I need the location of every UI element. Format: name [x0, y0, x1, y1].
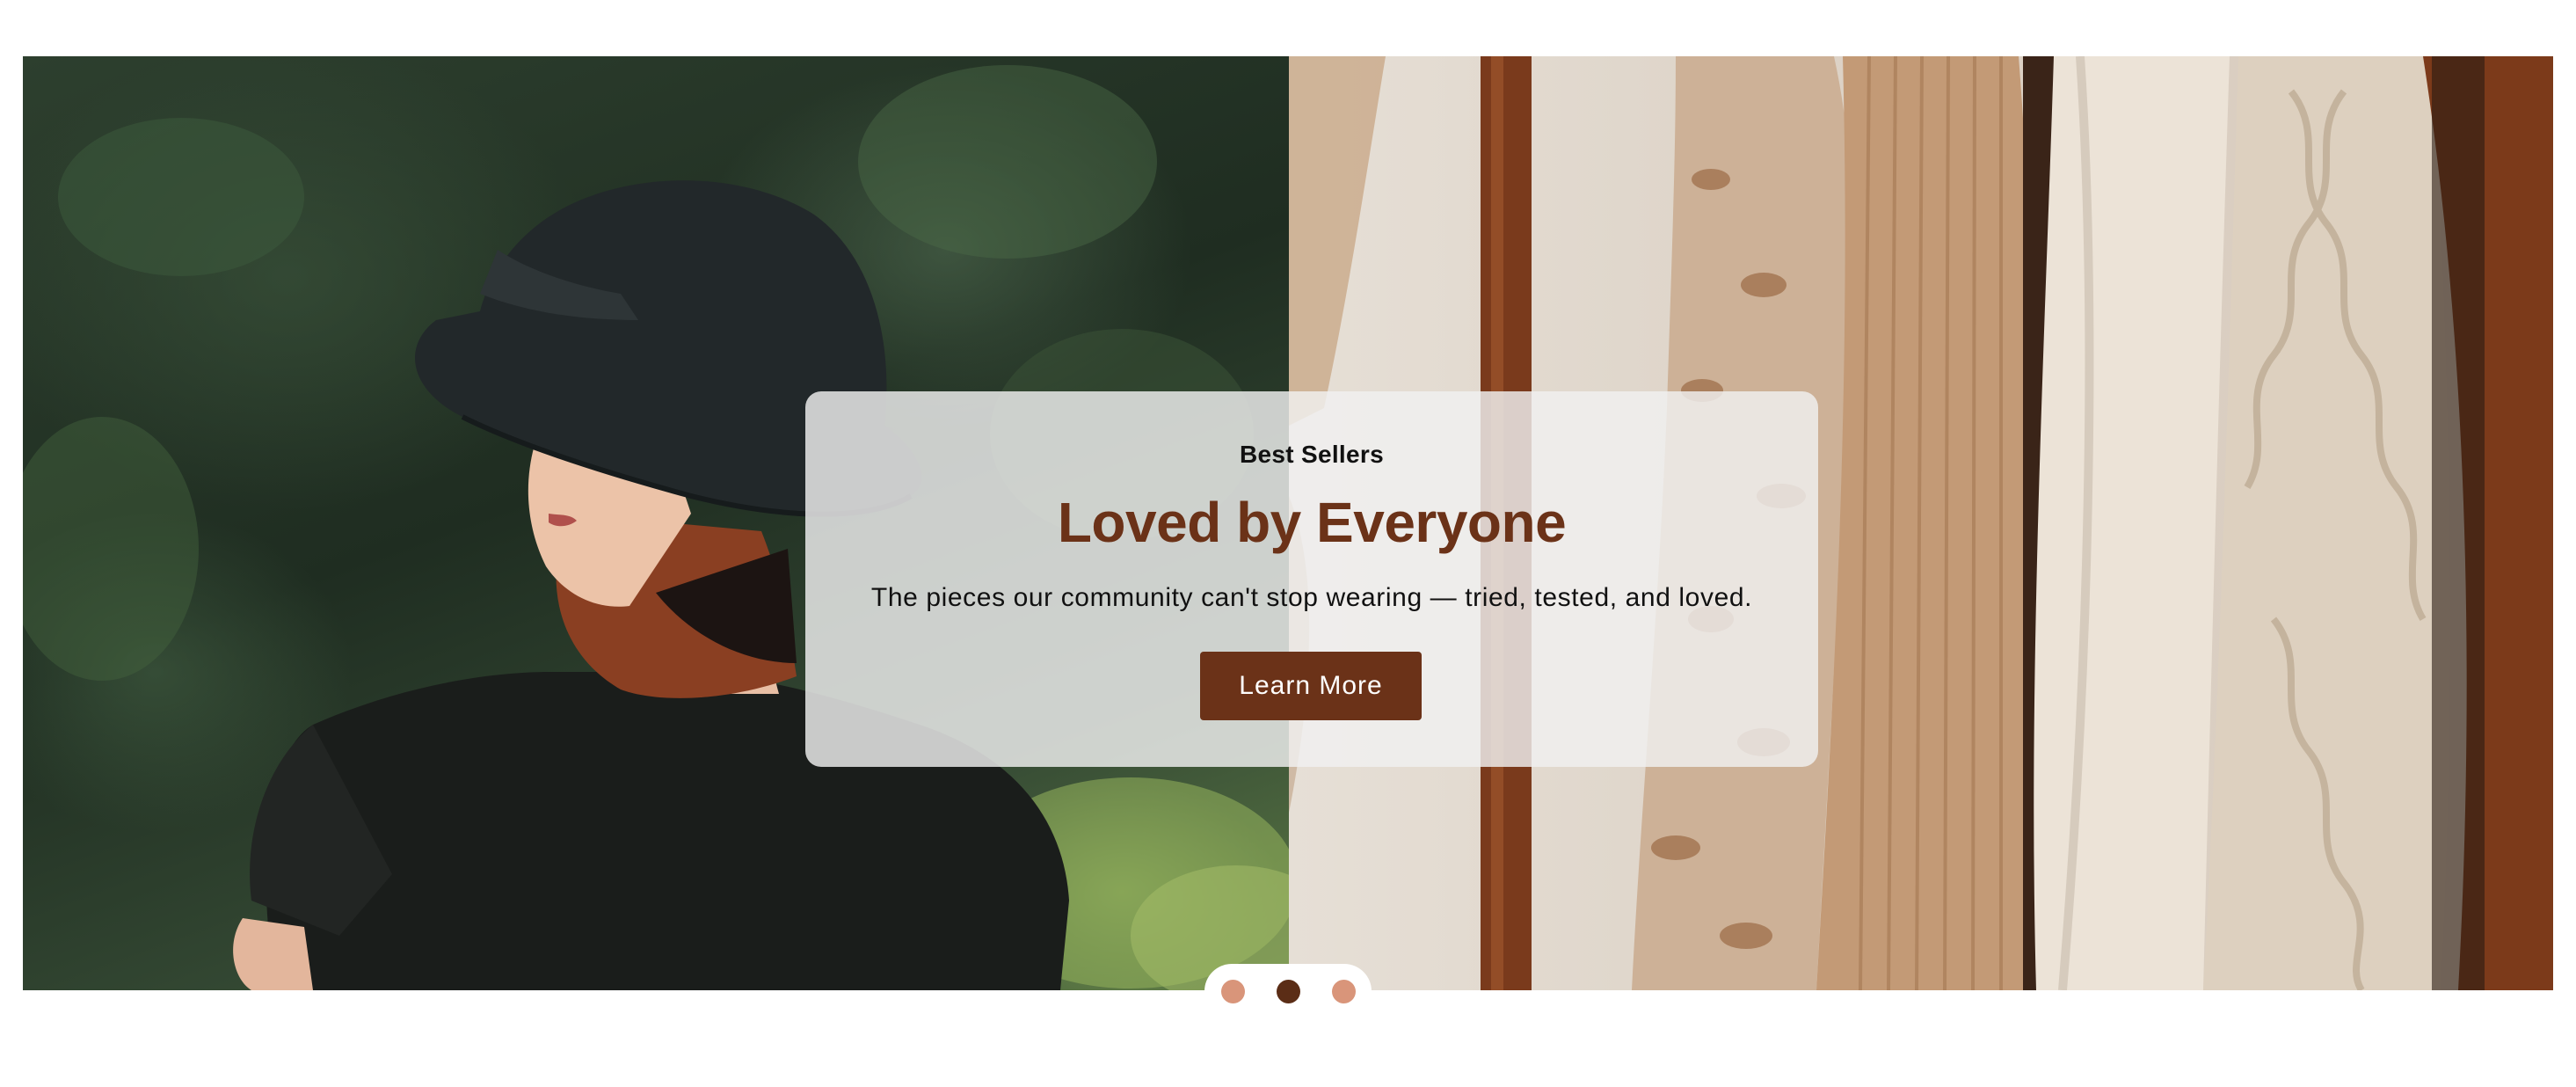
hero-carousel: Best Sellers Loved by Everyone The piece…	[23, 56, 2553, 990]
carousel-pagination	[1204, 964, 1372, 1018]
hero-headline: Loved by Everyone	[1057, 491, 1567, 554]
hero-content-card: Best Sellers Loved by Everyone The piece…	[805, 391, 1818, 767]
learn-more-button[interactable]: Learn More	[1200, 652, 1422, 720]
hero-subtext: The pieces our community can't stop wear…	[870, 583, 1753, 612]
carousel-dot-3[interactable]	[1331, 979, 1356, 1003]
hero-eyebrow: Best Sellers	[1240, 441, 1384, 468]
carousel-dot-1[interactable]	[1220, 979, 1245, 1003]
carousel-dot-2-active[interactable]	[1276, 979, 1300, 1003]
